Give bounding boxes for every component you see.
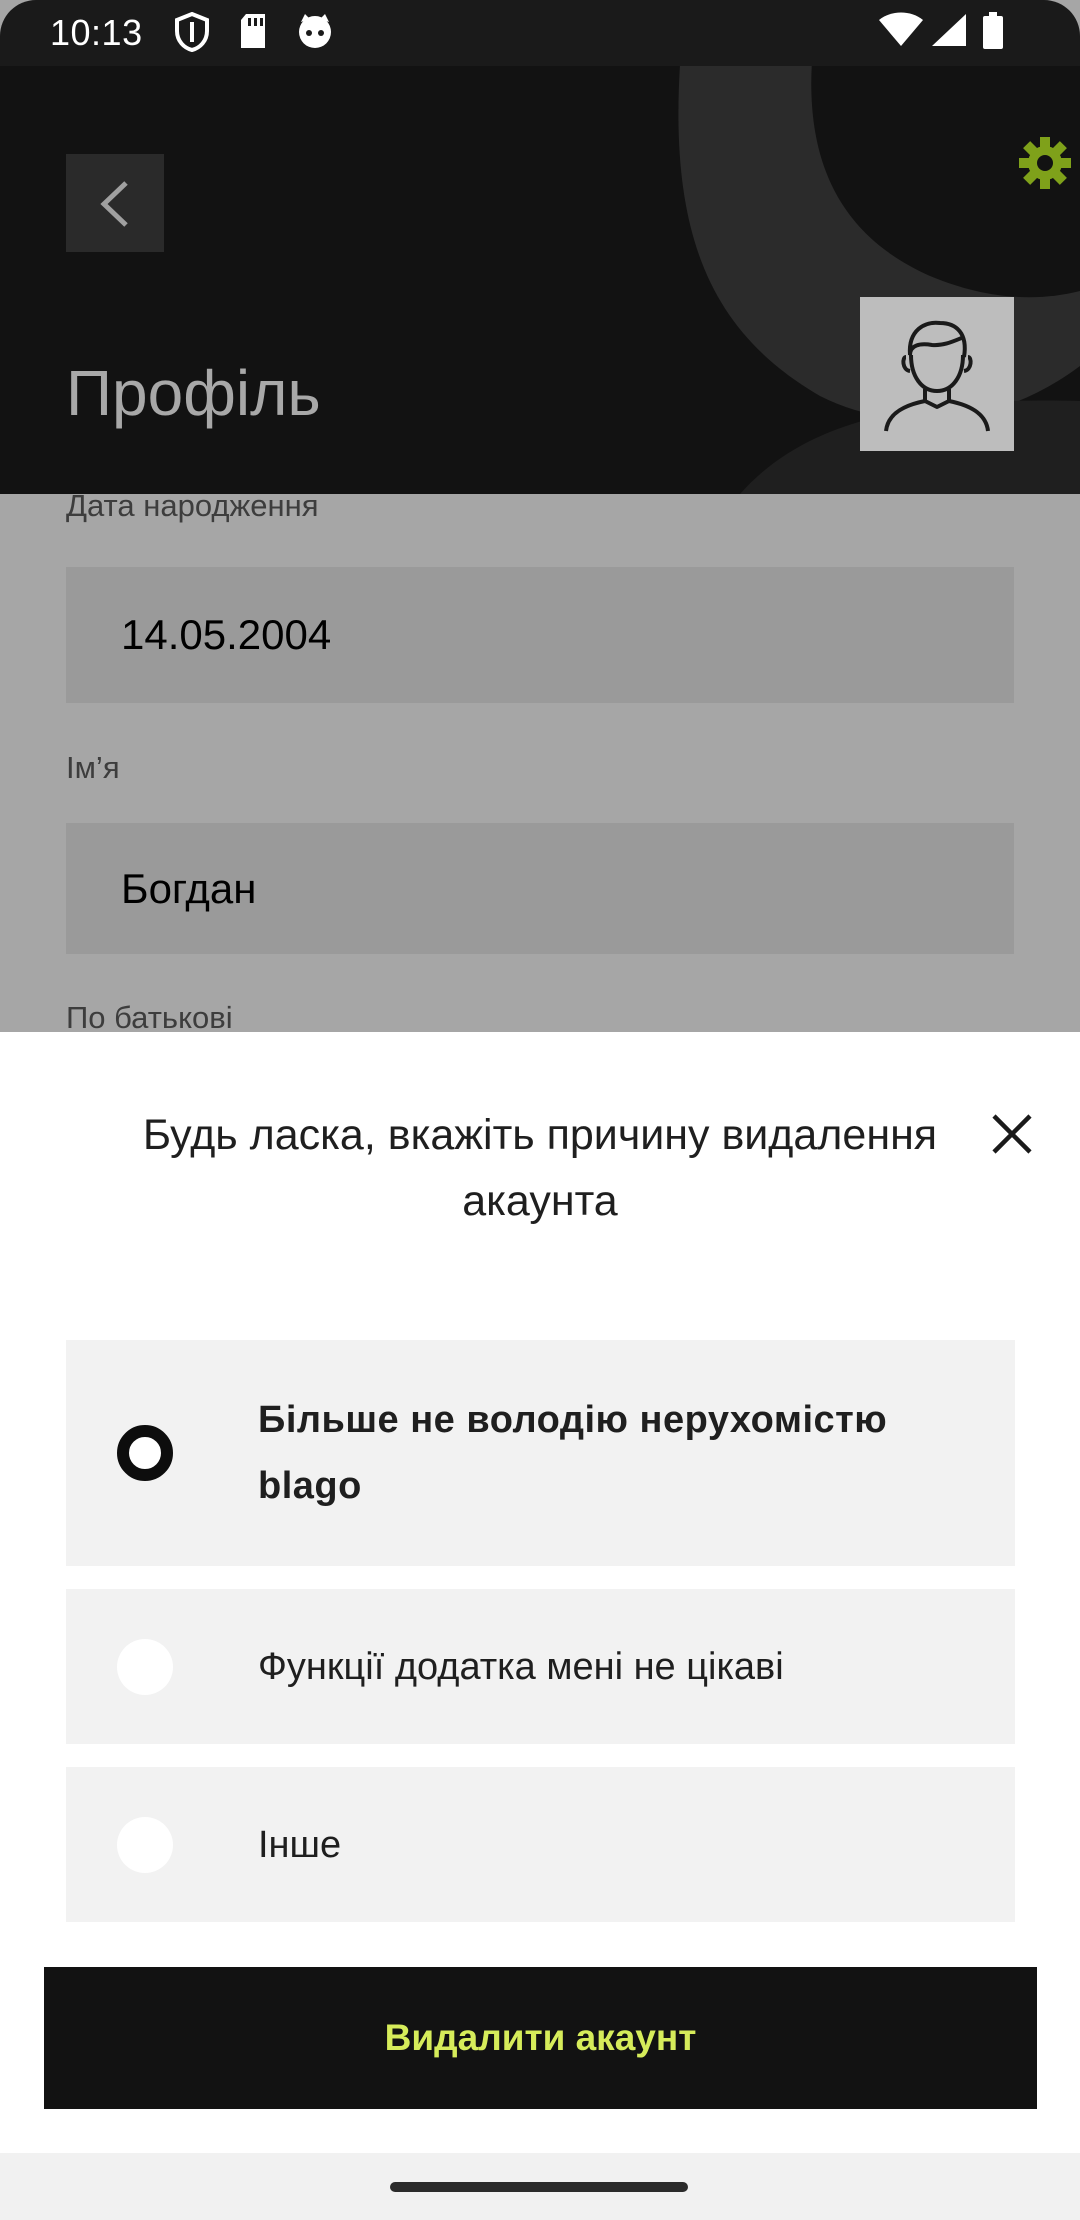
birth-date-label: Дата народження bbox=[66, 488, 319, 523]
battery-icon bbox=[982, 12, 1004, 50]
user-avatar-icon bbox=[884, 320, 990, 432]
birth-date-value: 14.05.2004 bbox=[121, 611, 332, 658]
reason-option-1[interactable]: Більше не володію нерухомістю blago bbox=[66, 1340, 1015, 1566]
signal-icon bbox=[930, 12, 968, 48]
sd-card-icon bbox=[238, 12, 268, 50]
first-name-label: Ім’я bbox=[66, 750, 120, 785]
status-time: 10:13 bbox=[50, 12, 143, 53]
back-button[interactable] bbox=[66, 154, 164, 252]
close-icon bbox=[992, 1114, 1032, 1154]
page-title: Профіль bbox=[66, 357, 321, 429]
radio-selected[interactable] bbox=[117, 1425, 173, 1481]
avatar[interactable] bbox=[860, 297, 1014, 451]
chevron-left-icon bbox=[100, 181, 128, 227]
radio-unselected[interactable] bbox=[117, 1817, 173, 1873]
first-name-value: Богдан bbox=[121, 865, 257, 912]
wifi-icon bbox=[878, 12, 924, 48]
sheet-title: Будь ласка, вкажіть причину видалення ак… bbox=[142, 1111, 938, 1225]
radio-unselected[interactable] bbox=[117, 1639, 173, 1695]
reason-option-label: Функції додатка мені не цікаві bbox=[258, 1646, 784, 1688]
reason-option-label: Більше не володію нерухомістю blago bbox=[258, 1399, 888, 1507]
reason-option-label: Інше bbox=[258, 1824, 342, 1866]
reason-option-3[interactable]: Інше bbox=[66, 1767, 1015, 1922]
patronymic-label: По батькові bbox=[66, 1000, 233, 1035]
birth-date-field[interactable]: 14.05.2004 bbox=[66, 567, 1014, 703]
home-handle[interactable] bbox=[390, 2182, 688, 2192]
close-button[interactable] bbox=[982, 1104, 1042, 1164]
cat-face-icon bbox=[296, 12, 334, 50]
first-name-field[interactable]: Богдан bbox=[66, 823, 1014, 954]
reason-option-2[interactable]: Функції додатка мені не цікаві bbox=[66, 1589, 1015, 1744]
gear-icon[interactable] bbox=[1018, 136, 1072, 195]
delete-account-button[interactable]: Видалити акаунт bbox=[44, 1967, 1037, 2109]
shield-icon bbox=[174, 12, 210, 52]
status-bar: 10:13 bbox=[0, 0, 1080, 66]
